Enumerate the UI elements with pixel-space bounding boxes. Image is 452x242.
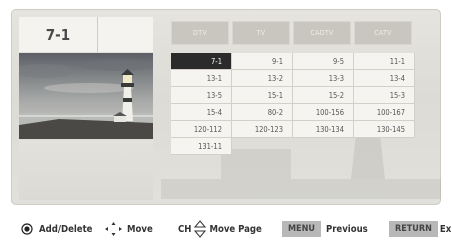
- move-page-label: Move Page: [209, 223, 262, 235]
- channel-cell-selected[interactable]: 7-1: [171, 53, 232, 70]
- channel-cell[interactable]: 131-11: [171, 138, 232, 155]
- tab-catv-label: CATV: [374, 29, 392, 37]
- legend-exit: RETURN Ex: [389, 220, 451, 238]
- channel-cell[interactable]: 13-3: [293, 70, 354, 87]
- current-channel-display: 7-1: [19, 17, 98, 52]
- channel-cell[interactable]: 15-3: [354, 87, 415, 104]
- tab-tv-label: TV: [256, 29, 266, 37]
- previous-label: Previous: [325, 223, 368, 235]
- legend-add-delete: Add/Delete: [21, 220, 92, 238]
- ok-button-icon: [21, 223, 33, 235]
- tab-cadtv[interactable]: CADTV: [293, 21, 351, 45]
- channel-preview-image: [19, 53, 153, 139]
- channel-cell[interactable]: 100-156: [293, 104, 354, 121]
- channel-cell[interactable]: 80-2: [232, 104, 293, 121]
- tab-cadtv-label: CADTV: [310, 29, 334, 37]
- channel-cell[interactable]: 130-134: [293, 121, 354, 138]
- channel-cell[interactable]: 13-5: [171, 87, 232, 104]
- key-legend: Add/Delete Move CH Move Page MENU Previo…: [0, 220, 452, 238]
- menu-key: MENU: [282, 221, 321, 237]
- add-delete-label: Add/Delete: [39, 223, 93, 235]
- legend-move: Move: [105, 220, 153, 238]
- channel-cell[interactable]: 9-1: [232, 53, 293, 70]
- legend-previous: MENU Previous: [282, 220, 368, 238]
- tab-tv[interactable]: TV: [232, 21, 290, 45]
- preview-lower-panel: [19, 140, 153, 200]
- return-key: RETURN: [389, 221, 438, 237]
- channel-cell[interactable]: 100-167: [354, 104, 415, 121]
- channel-cell[interactable]: 13-2: [232, 70, 293, 87]
- channel-cell[interactable]: 15-2: [293, 87, 354, 104]
- channel-cell[interactable]: 120-123: [232, 121, 293, 138]
- up-down-arrows-icon: [194, 220, 207, 238]
- move-label: Move: [127, 223, 153, 235]
- channel-info-box: [98, 17, 153, 52]
- channel-cell[interactable]: 9-5: [293, 53, 354, 70]
- channel-cell[interactable]: 120-112: [171, 121, 232, 138]
- legend-move-page: CH Move Page: [178, 220, 262, 238]
- current-channel-number: 7-1: [45, 25, 71, 44]
- channel-cell[interactable]: 11-1: [354, 53, 415, 70]
- tab-catv[interactable]: CATV: [354, 21, 412, 45]
- channel-cell[interactable]: 13-1: [171, 70, 232, 87]
- channel-cell[interactable]: 15-1: [232, 87, 293, 104]
- channel-cell[interactable]: 15-4: [171, 104, 232, 121]
- ch-label: CH: [178, 223, 192, 235]
- channel-grid: 7-1 9-1 9-5 11-1 13-1 13-2 13-3 13-4 13-…: [171, 53, 415, 155]
- tab-dtv-label: DTV: [193, 29, 207, 37]
- channel-edit-screen: 7-1 DTV TV CADTV CATV 7-1 9-1 9-5 11-1 1…: [11, 9, 441, 205]
- exit-label: Ex: [439, 223, 452, 235]
- four-way-arrows-icon: [105, 222, 122, 236]
- channel-cell[interactable]: 130-145: [354, 121, 415, 138]
- tab-dtv[interactable]: DTV: [171, 21, 229, 45]
- channel-cell[interactable]: 13-4: [354, 70, 415, 87]
